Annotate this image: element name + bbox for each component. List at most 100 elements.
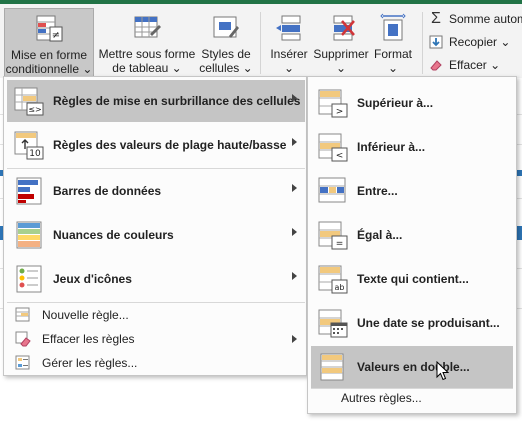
submenu-item-label: Texte qui contient... [357, 272, 469, 286]
ribbon-button-label: de tableau ⌄ [112, 61, 182, 75]
submenu-arrow-icon [292, 138, 297, 146]
icon-glyph: 10 [29, 149, 41, 159]
menu-item-data-bars[interactable]: Barres de données [7, 170, 305, 212]
menu-item-label: Gérer les règles... [42, 356, 138, 370]
submenu-item-date-occurring[interactable]: Une date se produisant... [311, 302, 513, 344]
svg-text:≠: ≠ [52, 30, 60, 41]
menu-item-clear-rules[interactable]: Effacer les règles [7, 328, 305, 350]
text-contains-icon: ab [318, 265, 348, 294]
menu-item-label: Jeux d'icônes [53, 272, 132, 286]
insert-cells-icon [276, 15, 301, 41]
submenu-arrow-icon [292, 94, 297, 102]
icon-glyph: < [336, 151, 344, 161]
manage-rules-icon [15, 355, 30, 370]
menu-item-label: Règles de mise en surbrillance des cellu… [53, 94, 301, 108]
menu-item-label: Nuances de couleurs [53, 228, 174, 242]
menu-item-label: Effacer les règles [42, 332, 135, 346]
greater-than-icon: > [318, 89, 348, 118]
highlight-rules-submenu: > Supérieur à... < Inférieur à... Entre.… [307, 76, 517, 414]
submenu-item-between[interactable]: Entre... [311, 170, 513, 212]
duplicate-values-icon [320, 353, 344, 381]
menu-separator [7, 168, 305, 169]
menu-item-new-rule[interactable]: Nouvelle règle... [7, 304, 305, 326]
ribbon-separator [422, 12, 423, 74]
ribbon: ≠ Mise en forme conditionnelle ⌄ Mettre … [0, 4, 522, 78]
autosum-button[interactable]: Σ Somme autom [428, 9, 522, 29]
submenu-arrow-icon [292, 228, 297, 236]
submenu-item-greater-than[interactable]: > Supérieur à... [311, 82, 513, 124]
menu-item-manage-rules[interactable]: Gérer les règles... [7, 352, 305, 374]
submenu-item-label: Supérieur à... [357, 96, 434, 110]
fill-button[interactable]: Recopier ⌄ [428, 32, 510, 52]
menu-separator [311, 388, 513, 389]
format-as-table-button[interactable]: Mettre sous forme de tableau ⌄ [96, 8, 198, 78]
icon-sets-icon [16, 265, 42, 293]
conditional-formatting-icon: ≠ [36, 15, 63, 42]
sigma-icon: Σ [431, 10, 441, 27]
menu-item-label: Barres de données [53, 184, 162, 198]
mouse-cursor-icon [436, 361, 450, 381]
format-cells-icon [380, 13, 406, 41]
submenu-item-more-rules[interactable]: Autres règles... [341, 391, 422, 405]
fill-down-icon [429, 35, 443, 49]
ribbon-button-label: Supprimer [313, 47, 369, 61]
submenu-arrow-icon [292, 184, 297, 192]
less-than-icon: < [318, 133, 348, 162]
delete-button[interactable]: Supprimer ⌄ [312, 8, 370, 78]
cell-styles-button[interactable]: Styles de cellules ⌄ [198, 8, 254, 78]
menu-item-label: Nouvelle règle... [42, 308, 129, 322]
menu-separator [7, 302, 305, 303]
submenu-item-label: Égal à... [357, 228, 403, 242]
icon-glyph: > [336, 107, 344, 117]
eraser-icon [430, 60, 442, 71]
date-occurring-icon [318, 309, 348, 338]
icon-glyph: ab [335, 283, 345, 292]
submenu-arrow-icon [292, 335, 297, 343]
submenu-item-text-contains[interactable]: ab Texte qui contient... [311, 258, 513, 300]
autosum-label: Somme autom [449, 12, 522, 26]
icon-glyph: = [336, 239, 344, 249]
data-bars-icon [16, 177, 42, 205]
submenu-item-equal-to[interactable]: = Égal à... [311, 214, 513, 256]
clear-rules-icon [15, 331, 31, 347]
ribbon-button-label: conditionnelle ⌄ [5, 62, 93, 76]
submenu-arrow-icon [292, 272, 297, 280]
ribbon-button-label: Format [373, 47, 412, 61]
highlight-cells-rules-icon: ≤> [14, 87, 44, 116]
menu-item-label: Règles des valeurs de plage haute/basse [53, 138, 287, 152]
equal-to-icon: = [318, 221, 348, 250]
color-scales-icon [16, 221, 42, 249]
ribbon-button-label: ⌄ [335, 61, 347, 75]
ribbon-button-label: Mise en forme [10, 48, 88, 62]
icon-glyph: ≤> [28, 105, 41, 114]
submenu-item-label: Une date se produisant... [357, 316, 500, 330]
new-rule-icon [15, 307, 30, 322]
ribbon-button-label: cellules ⌄ [199, 61, 253, 75]
clear-button[interactable]: Effacer ⌄ [428, 55, 500, 75]
top-bottom-rules-icon: 10 [14, 131, 44, 160]
menu-item-highlight-cells-rules[interactable]: ≤> Règles de mise en surbrillance des ce… [7, 80, 305, 122]
menu-item-color-scales[interactable]: Nuances de couleurs [7, 214, 305, 256]
ribbon-button-label: Insérer [270, 47, 308, 61]
submenu-item-label: Entre... [357, 184, 398, 198]
submenu-item-duplicate-values[interactable]: Valeurs en double... [311, 346, 513, 388]
conditional-formatting-button[interactable]: ≠ Mise en forme conditionnelle ⌄ [4, 8, 94, 78]
ribbon-button-label: ⌄ [387, 61, 399, 75]
fill-label: Recopier ⌄ [449, 35, 511, 49]
insert-button[interactable]: Insérer ⌄ [266, 8, 312, 78]
menu-item-top-bottom-rules[interactable]: 10 Règles des valeurs de plage haute/bas… [7, 124, 305, 166]
ribbon-button-label: ⌄ [283, 61, 295, 75]
ribbon-button-label: Mettre sous forme [98, 47, 196, 61]
format-as-table-icon [134, 16, 161, 38]
ribbon-button-label: Styles de [201, 47, 251, 61]
cell-styles-icon [213, 16, 239, 38]
delete-cells-icon [333, 15, 355, 41]
format-button[interactable]: Format ⌄ [370, 8, 416, 78]
menu-item-icon-sets[interactable]: Jeux d'icônes [7, 258, 305, 300]
submenu-item-label: Valeurs en double... [357, 360, 470, 374]
clear-label: Effacer ⌄ [449, 58, 501, 72]
conditional-formatting-menu: ≤> Règles de mise en surbrillance des ce… [3, 76, 307, 376]
between-icon [318, 177, 346, 203]
submenu-item-less-than[interactable]: < Inférieur à... [311, 126, 513, 168]
submenu-item-label: Inférieur à... [357, 140, 426, 154]
